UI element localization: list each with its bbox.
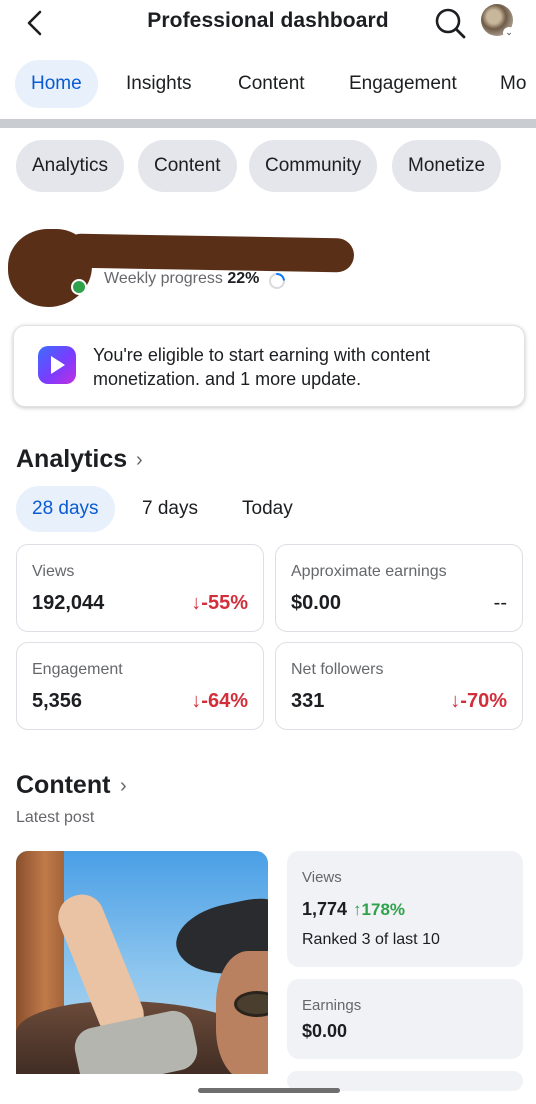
views-delta: ↑178% <box>353 900 406 919</box>
online-status-icon <box>71 279 87 295</box>
top-bar: Professional dashboard ⌄ <box>0 0 536 50</box>
stat-card-engagement[interactable]: Engagement 5,356 ↓-64% <box>16 642 264 730</box>
range-28-days[interactable]: 28 days <box>16 486 115 532</box>
stat-delta: ↓-55% <box>191 592 248 614</box>
stat-value: 192,044 <box>32 592 105 614</box>
name-redaction <box>63 233 355 273</box>
content-subtitle: Latest post <box>16 809 95 826</box>
chip-content[interactable]: Content <box>138 140 237 192</box>
tab-content[interactable]: Content <box>238 60 305 108</box>
stat-label: Approximate earnings <box>291 563 447 580</box>
stat-label: Net followers <box>291 661 384 678</box>
tab-home[interactable]: Home <box>15 60 98 108</box>
main-tabs: Home Insights Content Engagement Mo <box>0 60 536 110</box>
monetization-notice-card[interactable]: You're eligible to start earning with co… <box>13 325 525 407</box>
stat-card-net-followers[interactable]: Net followers 331 ↓-70% <box>275 642 523 730</box>
stat-value: 331 <box>291 690 325 712</box>
stat-delta: ↓-70% <box>450 690 507 712</box>
post-earnings-value: $0.00 <box>302 1021 348 1041</box>
notice-text: You're eligible to start earning with co… <box>93 345 430 389</box>
stat-label: Views <box>32 563 75 580</box>
post-views-value: 1,774 ↑178% <box>302 899 405 920</box>
stat-value: 5,356 <box>32 690 83 712</box>
post-views-card[interactable]: Views 1,774 ↑178% Ranked 3 of last 10 <box>287 851 523 967</box>
weekly-progress-value: 22% <box>227 270 260 287</box>
stat-value: $0.00 <box>291 592 342 614</box>
chip-community[interactable]: Community <box>249 140 378 192</box>
home-indicator[interactable] <box>198 1088 340 1093</box>
stat-delta: ↓-64% <box>191 690 248 712</box>
weekly-progress: Weekly progress 22% <box>104 270 259 288</box>
post-rank: Ranked 3 of last 10 <box>302 931 440 948</box>
post-views-label: Views <box>302 869 342 886</box>
play-icon <box>38 346 76 384</box>
search-icon[interactable] <box>433 6 467 40</box>
weekly-progress-label: Weekly progress <box>104 270 223 287</box>
views-number: 1,774 <box>302 899 348 919</box>
progress-ring-icon <box>269 273 285 289</box>
stat-card-earnings[interactable]: Approximate earnings $0.00 -- <box>275 544 523 632</box>
tab-insights[interactable]: Insights <box>126 60 191 108</box>
analytics-title[interactable]: Analytics <box>16 445 127 474</box>
tab-monetization[interactable]: Mo <box>500 60 526 108</box>
stat-label: Engagement <box>32 661 123 678</box>
chip-monetize[interactable]: Monetize <box>392 140 502 192</box>
stat-delta: -- <box>493 592 507 614</box>
range-7-days[interactable]: 7 days <box>142 486 198 532</box>
range-today[interactable]: Today <box>242 486 293 532</box>
chevron-down-icon[interactable]: ⌄ <box>503 27 515 39</box>
latest-post-thumbnail[interactable] <box>16 851 268 1074</box>
stat-card-views[interactable]: Views 192,044 ↓-55% <box>16 544 264 632</box>
post-earnings-label: Earnings <box>302 997 362 1014</box>
post-earnings-card[interactable]: Earnings $0.00 <box>287 979 523 1059</box>
content-title[interactable]: Content <box>16 771 110 800</box>
chevron-right-icon[interactable]: › <box>136 449 143 472</box>
tabs-divider <box>0 119 536 128</box>
tab-engagement[interactable]: Engagement <box>349 60 457 108</box>
chip-analytics[interactable]: Analytics <box>16 140 125 192</box>
chevron-right-icon[interactable]: › <box>120 775 127 798</box>
